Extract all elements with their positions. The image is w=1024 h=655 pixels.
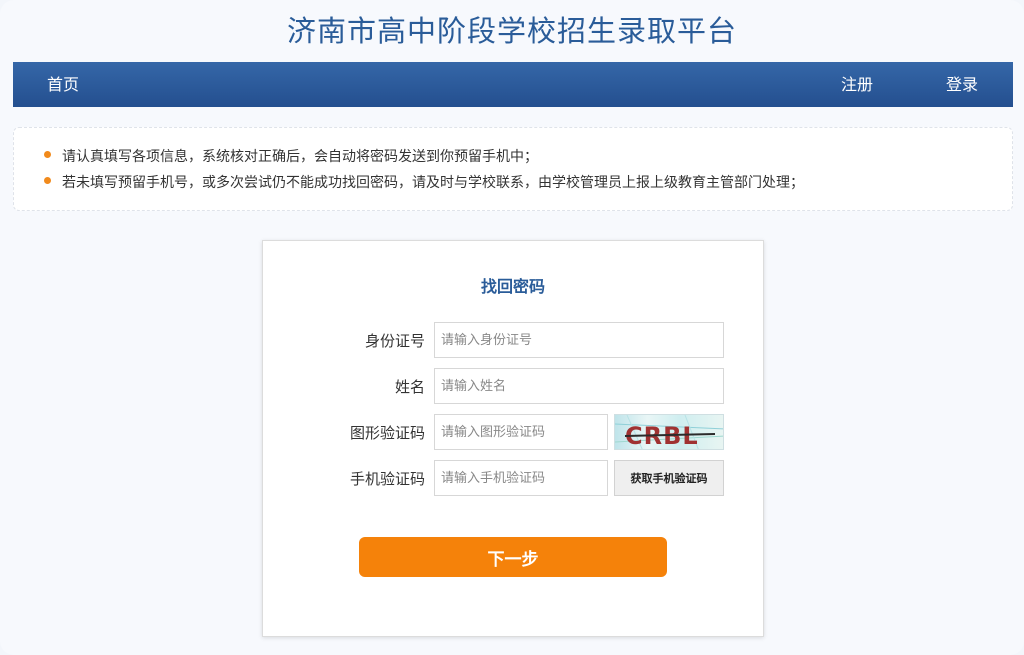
captcha-graphic: CRBL [615, 415, 723, 449]
id-number-label: 身份证号 [364, 332, 425, 350]
sms-code-input[interactable] [434, 460, 608, 496]
bullet-icon [44, 151, 51, 158]
notice-text: 请认真填写各项信息，系统核对正确后，会自动将密码发送到你预留手机中； [62, 149, 538, 165]
image-code-label: 图形验证码 [349, 424, 425, 442]
get-sms-code-button[interactable]: 获取手机验证码 [614, 460, 724, 496]
name-label: 姓名 [394, 378, 425, 396]
nav-login-link[interactable]: 登录 [946, 62, 978, 107]
name-input[interactable] [434, 368, 724, 404]
nav-register-link[interactable]: 注册 [841, 62, 873, 107]
site-title: 济南市高中阶段学校招生录取平台 [286, 14, 737, 48]
nav-home-link[interactable]: 首页 [47, 62, 79, 107]
image-code-input[interactable] [434, 414, 608, 450]
recover-password-card: 找回密码 身份证号 姓名 图形验证码 CRBL 手机验证码 获取手机验证码 下一… [262, 240, 764, 637]
bullet-icon [44, 177, 51, 184]
top-navbar: 首页 注册 登录 [13, 62, 1013, 107]
notice-box: 请认真填写各项信息，系统核对正确后，会自动将密码发送到你预留手机中； 若未填写预… [13, 127, 1013, 211]
card-title: 找回密码 [480, 277, 545, 296]
captcha-image[interactable]: CRBL [614, 414, 724, 450]
next-step-button[interactable]: 下一步 [359, 537, 667, 577]
notice-text: 若未填写预留手机号，或多次尝试仍不能成功找回密码，请及时与学校联系，由学校管理员… [62, 175, 804, 191]
page-frame: 济南市高中阶段学校招生录取平台 首页 注册 登录 请认真填写各项信息，系统核对正… [0, 0, 1024, 655]
sms-code-label: 手机验证码 [349, 470, 425, 488]
id-number-input[interactable] [434, 322, 724, 358]
